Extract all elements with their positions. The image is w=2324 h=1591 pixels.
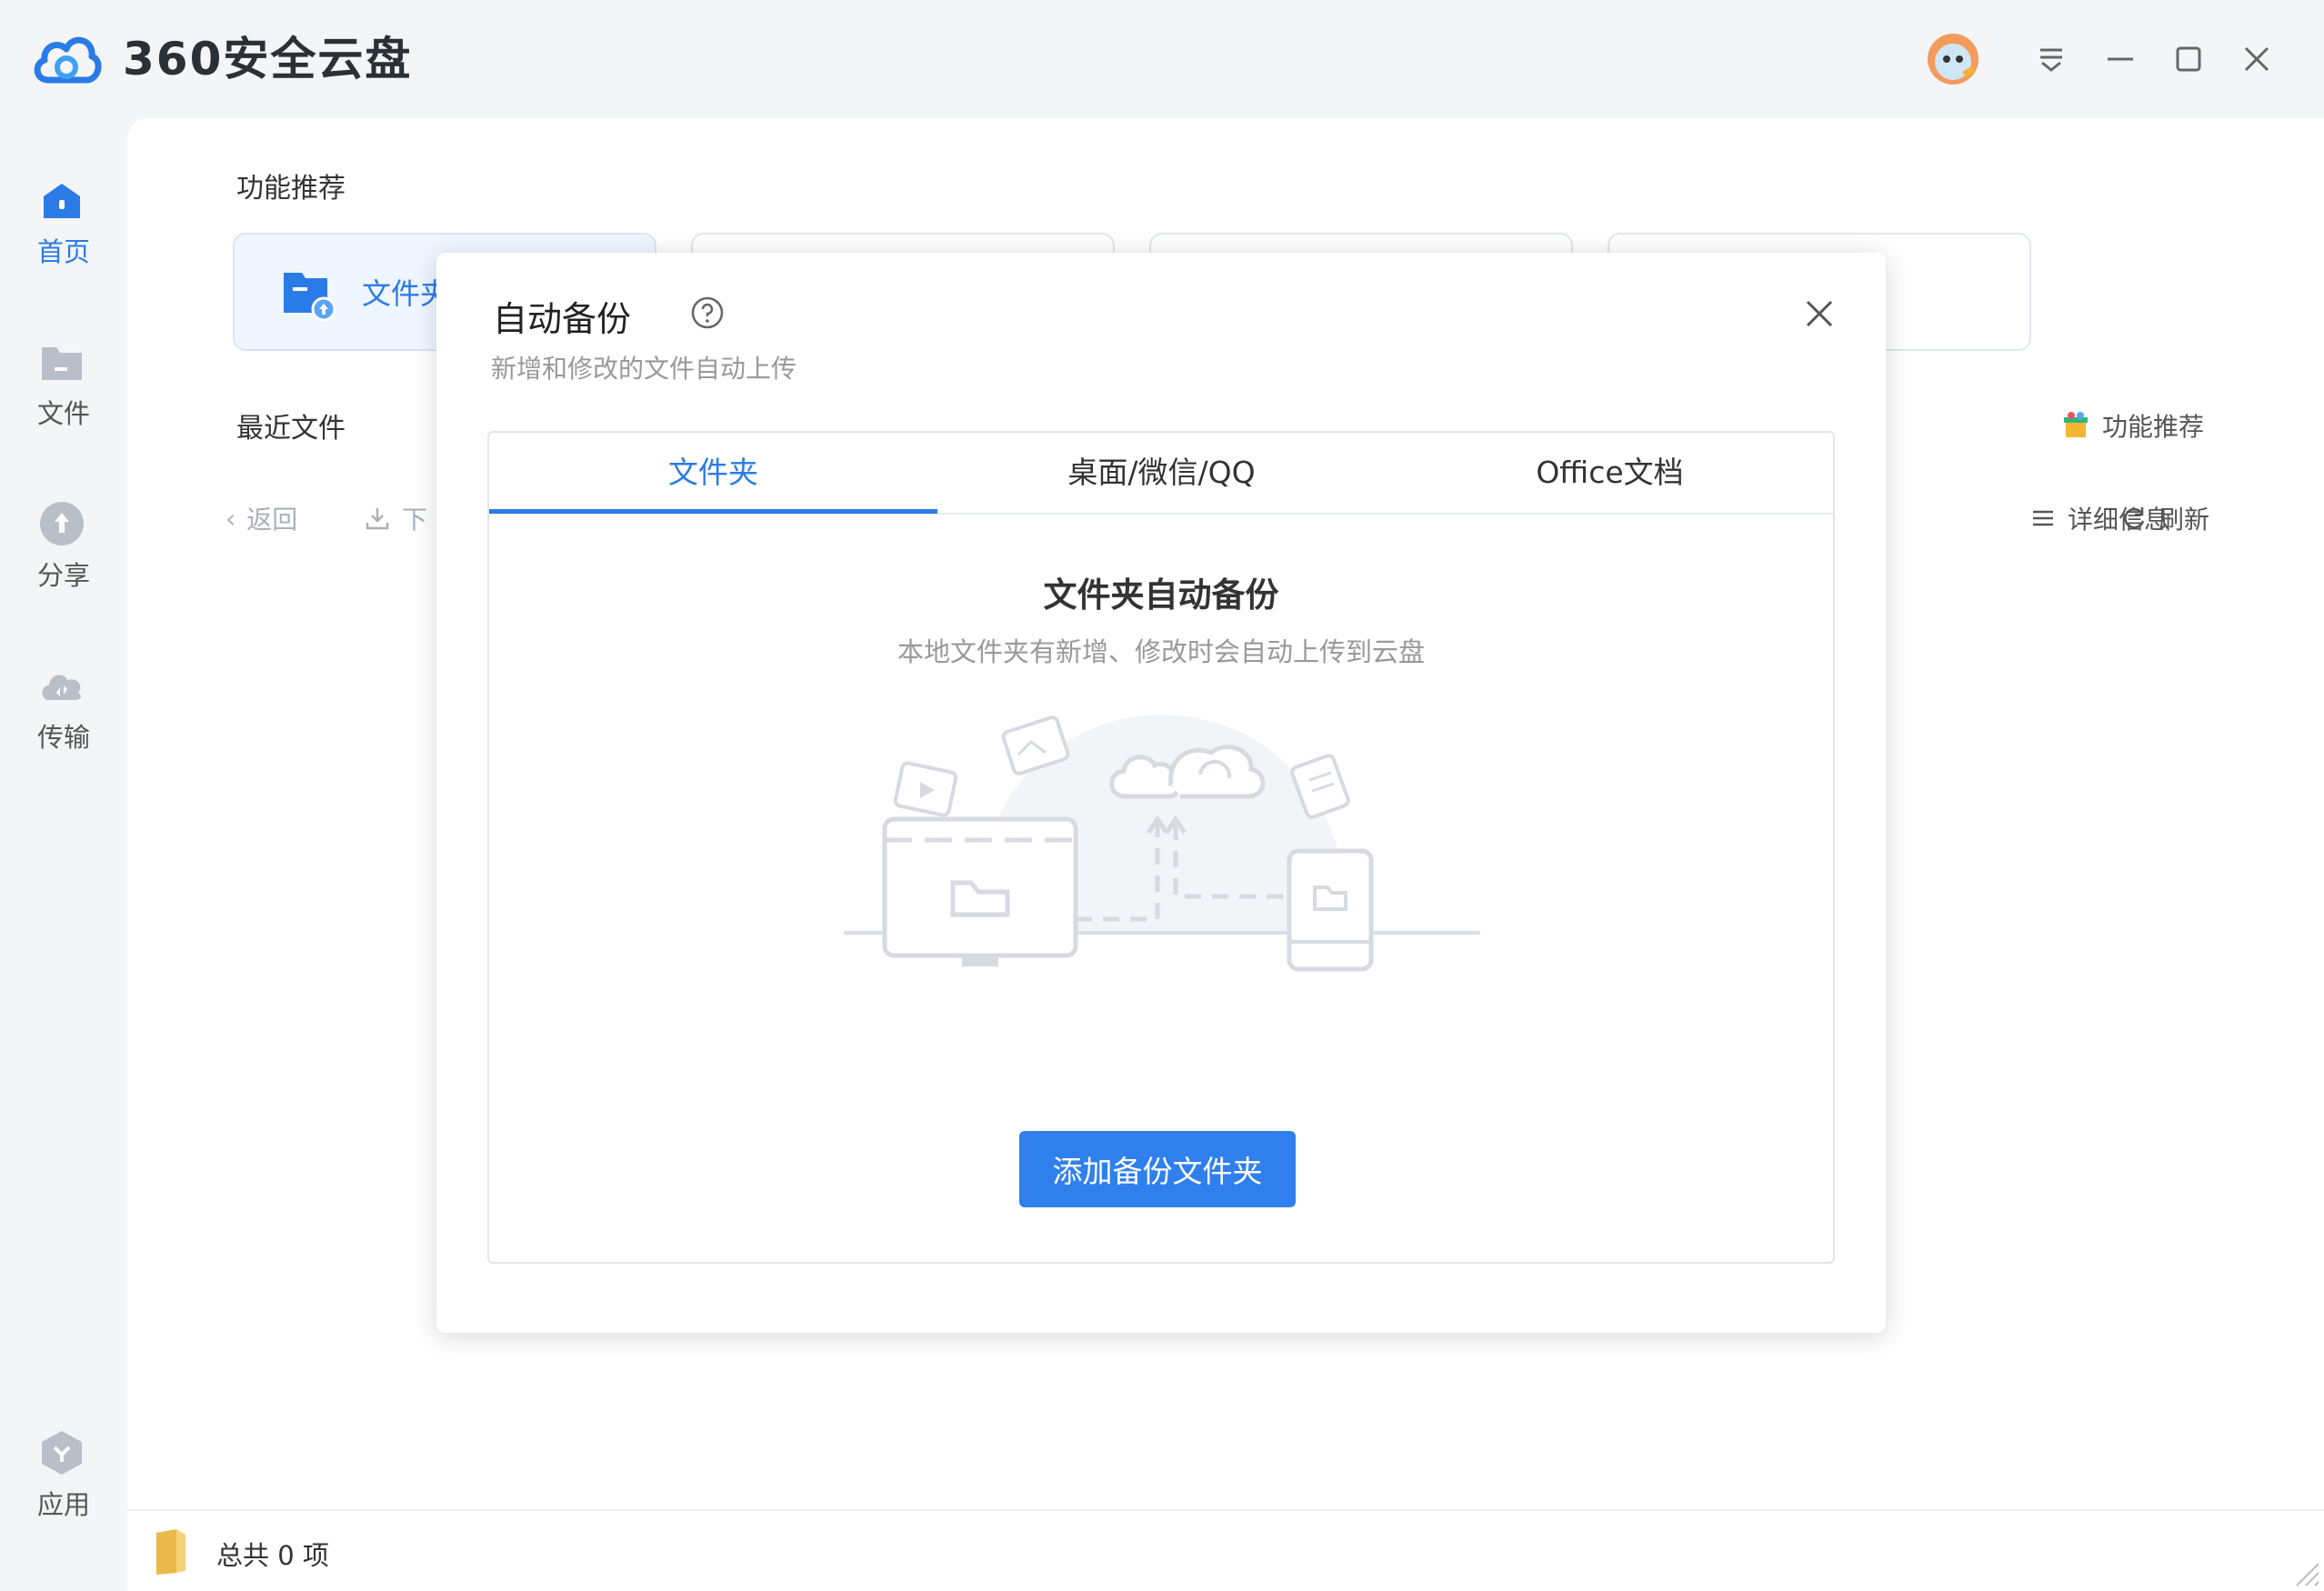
folder-icon: [156, 1529, 185, 1575]
panel-title: 文件夹自动备份: [1043, 575, 1279, 615]
title-bar: 360安全云盘: [0, 0, 2324, 118]
dialog-title: 自动备份: [493, 299, 632, 339]
sidebar-item-label: 应用: [36, 1489, 90, 1520]
sidebar-item-apps[interactable]: 应用: [0, 1427, 127, 1536]
back-label: 返回: [246, 505, 298, 535]
close-window-button[interactable]: [2229, 32, 2284, 86]
backup-content-box: 文件夹 桌面/微信/QQ Office文档 文件夹自动备份 本地文件夹有新增、修…: [487, 431, 1835, 1264]
tab-desktop-wechat-qq[interactable]: 桌面/微信/QQ: [937, 433, 1386, 515]
folder-backup-icon: [284, 273, 336, 322]
panel-description: 本地文件夹有新增、修改时会自动上传到云盘: [897, 636, 1425, 667]
features-title: 功能推荐: [236, 173, 346, 205]
tab-office-docs[interactable]: Office文档: [1386, 433, 1833, 515]
transfer-icon: [42, 675, 81, 700]
sidebar-item-label: 传输: [36, 722, 90, 753]
avatar-icon: [1928, 34, 1978, 85]
status-total: 总共 0 项: [216, 1540, 329, 1571]
sidebar-item-label: 文件: [36, 398, 90, 429]
chevron-left-icon: ‹: [225, 503, 236, 534]
dialog-subtitle: 新增和修改的文件自动上传: [491, 354, 797, 384]
close-dialog-icon[interactable]: [1798, 293, 1840, 335]
download-button[interactable]: 下: [364, 500, 427, 536]
sidebar-item-transfer[interactable]: 传输: [0, 660, 127, 769]
apps-icon: [42, 1431, 82, 1475]
home-icon: [44, 184, 80, 218]
refresh-action[interactable]: 刷新: [2120, 500, 2209, 536]
app-title: 360安全云盘: [123, 33, 413, 85]
sidebar-item-files[interactable]: 文件: [0, 336, 127, 445]
cloud-logo-icon: [34, 36, 102, 84]
sidebar-item-share[interactable]: 分享: [0, 498, 127, 607]
minimize-icon: [2108, 57, 2133, 61]
sidebar-item-label: 首页: [36, 236, 90, 267]
tab-bar: 文件夹 桌面/微信/QQ Office文档: [489, 433, 1833, 515]
sidebar-item-label: 分享: [36, 560, 90, 591]
download-label: 下: [402, 505, 428, 535]
auto-backup-dialog: 自动备份 新增和修改的文件自动上传 文件夹 桌面/微信/QQ Office文档 …: [436, 253, 1886, 1333]
help-icon[interactable]: [689, 295, 726, 331]
maximize-icon: [2176, 46, 2201, 72]
active-tab-indicator: [489, 509, 937, 514]
tab-folder[interactable]: 文件夹: [489, 433, 937, 515]
refresh-icon: [2124, 507, 2145, 529]
feature-recommend-label: 功能推荐: [2102, 412, 2205, 442]
backup-illustration: [844, 715, 1480, 1006]
folder-icon: [42, 347, 82, 380]
avatar[interactable]: [1926, 32, 1980, 86]
share-icon: [40, 502, 84, 545]
status-bar: 总共 0 项: [127, 1509, 2324, 1591]
resize-grip-icon[interactable]: [2288, 1555, 2320, 1587]
sidebar: 首页 文件 分享 传输 应用: [0, 118, 127, 1591]
add-backup-folder-button[interactable]: 添加备份文件夹: [1019, 1131, 1296, 1207]
refresh-label: 刷新: [2159, 505, 2210, 535]
list-icon: [2033, 510, 2053, 526]
close-icon: [2244, 46, 2269, 72]
gift-icon: [2064, 412, 2088, 437]
minimize-button[interactable]: [2093, 32, 2148, 86]
sidebar-item-home[interactable]: 首页: [0, 175, 127, 284]
menu-button[interactable]: [2024, 32, 2079, 86]
maximize-button[interactable]: [2161, 32, 2216, 86]
menu-icon: [2040, 48, 2062, 72]
download-icon: [366, 508, 389, 530]
recent-files-title: 最近文件: [236, 413, 346, 445]
back-button[interactable]: ‹ 返回: [225, 500, 297, 536]
feature-recommend-link[interactable]: 功能推荐: [2060, 407, 2204, 444]
